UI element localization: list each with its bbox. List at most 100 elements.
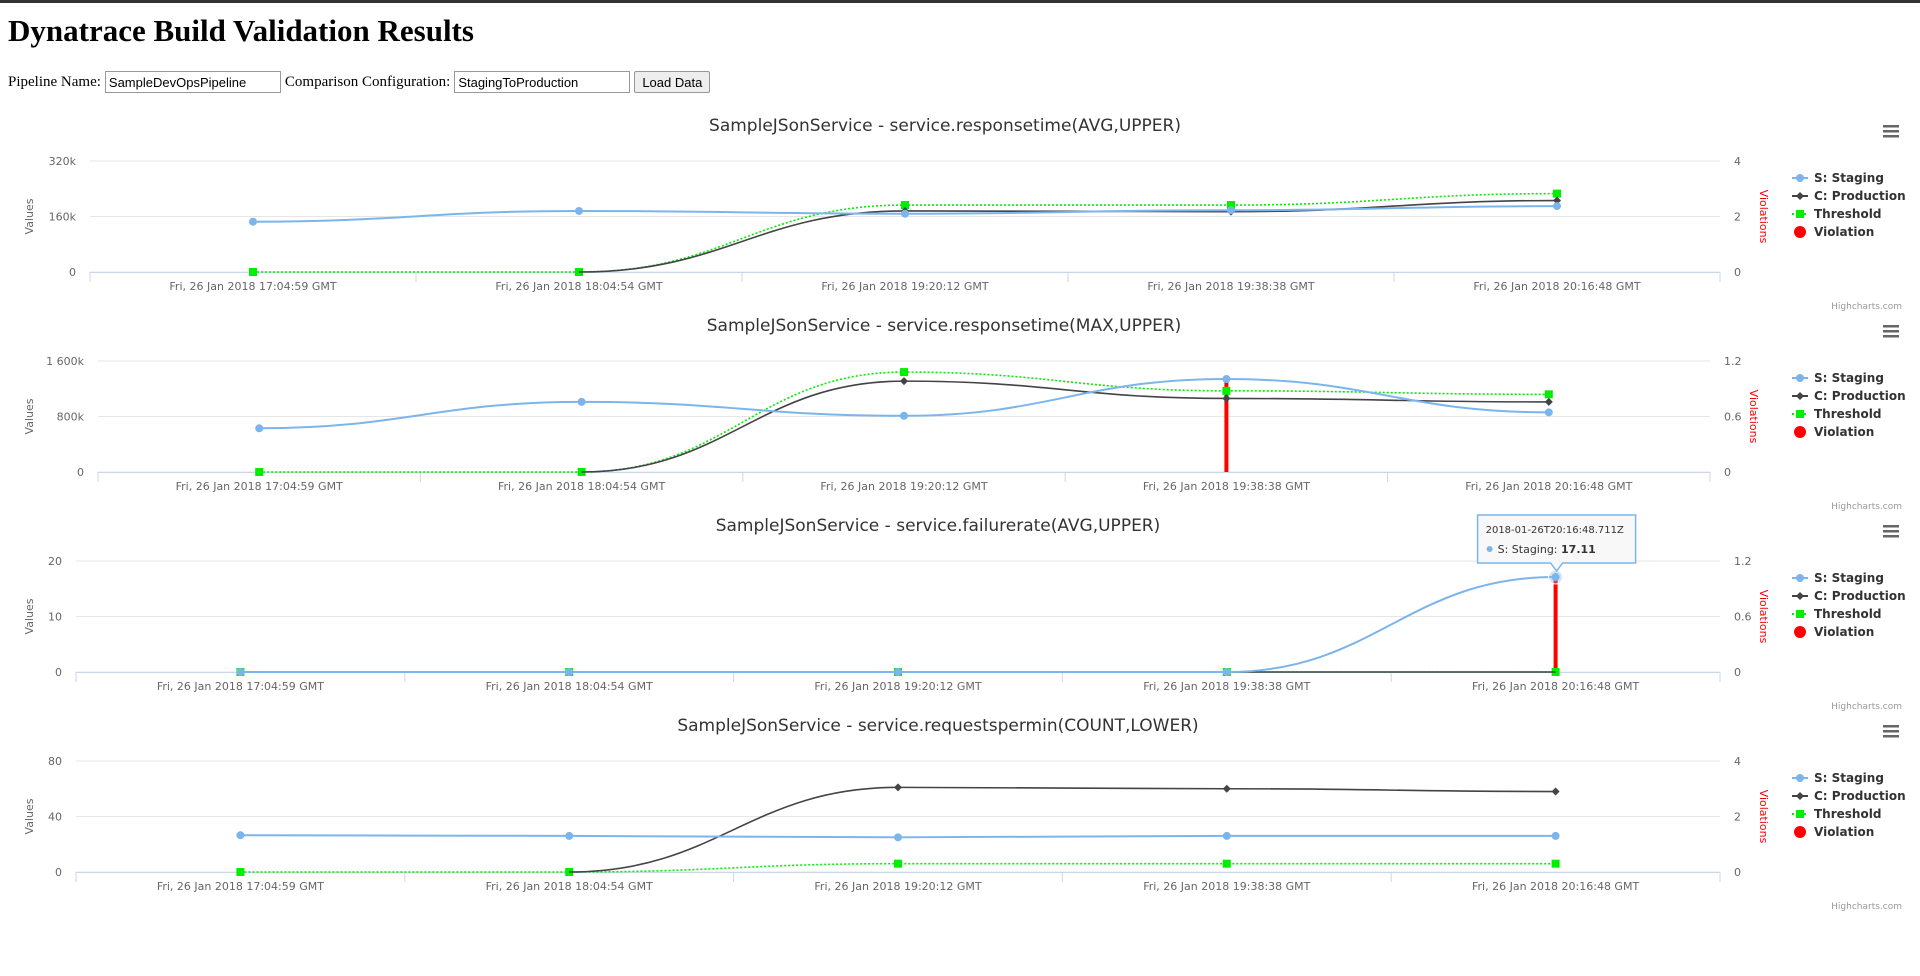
point-production[interactable] [1222, 394, 1231, 403]
point-threshold[interactable] [255, 468, 264, 476]
legend-symbol[interactable] [1796, 410, 1804, 418]
point-staging[interactable] [577, 397, 586, 406]
legend-symbol[interactable] [1794, 426, 1806, 438]
legend-item[interactable]: C: Production [1792, 589, 1906, 603]
series-line-production[interactable] [581, 380, 1549, 473]
point-staging[interactable] [901, 209, 909, 218]
point-threshold[interactable] [1222, 859, 1231, 868]
point-threshold[interactable] [1544, 390, 1553, 399]
legend-item[interactable]: S: Staging [1792, 771, 1884, 785]
credits-link[interactable]: Highcharts.com [1831, 302, 1902, 312]
point-staging[interactable] [575, 206, 583, 215]
y-tick-label: 80 [48, 755, 62, 768]
series-line-production[interactable] [569, 786, 1556, 873]
legend-item[interactable]: Violation [1794, 625, 1874, 639]
series-line-threshold[interactable] [259, 371, 1549, 473]
point-threshold[interactable] [236, 868, 245, 876]
y2-axis-label: Violations [1757, 190, 1770, 244]
y2-tick-label: 0 [1734, 266, 1741, 279]
point-staging[interactable] [565, 668, 574, 676]
legend-symbol[interactable] [1796, 610, 1804, 618]
x-tick-label: Fri, 26 Jan 2018 19:38:38 GMT [1143, 880, 1310, 893]
legend-symbol[interactable] [1794, 626, 1806, 638]
legend-symbol[interactable] [1796, 192, 1804, 200]
legend-item[interactable]: Violation [1794, 425, 1874, 439]
legend-symbol[interactable] [1796, 374, 1804, 382]
menu-icon[interactable] [1883, 325, 1899, 338]
load-data-button[interactable]: Load Data [634, 71, 711, 93]
legend-item[interactable]: S: Staging [1792, 571, 1884, 585]
point-threshold[interactable] [894, 859, 902, 868]
legend-item[interactable]: C: Production [1792, 389, 1906, 403]
point-staging[interactable] [249, 217, 257, 226]
legend-item[interactable]: Threshold [1792, 207, 1881, 221]
legend-symbol[interactable] [1796, 774, 1804, 782]
menu-icon[interactable] [1883, 525, 1899, 538]
point-staging[interactable] [236, 831, 245, 840]
point-staging[interactable] [894, 668, 902, 676]
point-threshold[interactable] [249, 268, 257, 276]
series-line-staging[interactable] [240, 576, 1556, 673]
legend: S: Staging C: Production Threshold Violatio… [1792, 171, 1906, 239]
point-staging[interactable] [236, 668, 245, 676]
y-tick-label: 20 [48, 555, 62, 568]
point-staging[interactable] [1551, 831, 1560, 840]
legend-symbol[interactable] [1794, 226, 1806, 238]
y2-tick-label: 0 [1734, 866, 1741, 879]
point-production[interactable] [1222, 784, 1231, 793]
violation-bar[interactable] [1553, 579, 1558, 673]
credits-link[interactable]: Highcharts.com [1831, 502, 1902, 512]
x-tick-label: Fri, 26 Jan 2018 17:04:59 GMT [176, 480, 343, 493]
point-staging[interactable] [255, 424, 264, 433]
point-production[interactable] [894, 783, 902, 792]
point-staging[interactable] [1222, 668, 1231, 676]
legend-symbol[interactable] [1796, 574, 1804, 582]
point-staging[interactable] [1544, 408, 1553, 417]
point-threshold[interactable] [900, 368, 908, 377]
chart-requestspermin-count: SampleJSonService - service.requestsperm… [0, 713, 1920, 913]
y2-tick-label: 4 [1734, 755, 1741, 768]
pipeline-input[interactable] [104, 71, 281, 93]
legend-item[interactable]: C: Production [1792, 189, 1906, 203]
legend-item[interactable]: S: Staging [1792, 371, 1884, 385]
legend-symbol[interactable] [1796, 174, 1804, 182]
legend-item[interactable]: Threshold [1792, 607, 1881, 621]
menu-icon[interactable] [1883, 125, 1899, 138]
legend-symbol[interactable] [1796, 792, 1804, 800]
point-staging[interactable] [565, 831, 574, 840]
y-axis-label: Values [23, 798, 36, 834]
point-production[interactable] [1551, 787, 1560, 796]
legend: S: Staging C: Production Threshold Violatio… [1792, 771, 1906, 839]
legend-item[interactable]: C: Production [1792, 789, 1906, 803]
point-threshold[interactable] [1553, 189, 1561, 198]
legend-symbol[interactable] [1796, 592, 1804, 600]
x-tick-label: Fri, 26 Jan 2018 20:16:48 GMT [1472, 680, 1639, 693]
legend-item[interactable]: Threshold [1792, 407, 1881, 421]
point-production[interactable] [900, 377, 908, 386]
point-staging[interactable] [1553, 202, 1561, 211]
hover-point[interactable] [1548, 569, 1564, 585]
legend-item[interactable]: Violation [1794, 825, 1874, 839]
legend-symbol[interactable] [1794, 826, 1806, 838]
point-threshold[interactable] [1222, 386, 1231, 395]
legend-symbol[interactable] [1796, 210, 1804, 218]
point-production[interactable] [1544, 397, 1553, 406]
point-staging[interactable] [1222, 375, 1231, 384]
legend-item[interactable]: Violation [1794, 225, 1874, 239]
y-axis-label: Values [23, 398, 36, 434]
legend-symbol[interactable] [1796, 392, 1804, 400]
point-threshold[interactable] [1551, 859, 1560, 868]
point-staging[interactable] [900, 411, 908, 420]
comparison-input[interactable] [454, 71, 631, 93]
legend-item[interactable]: Threshold [1792, 807, 1881, 821]
point-staging[interactable] [1222, 831, 1231, 840]
menu-icon[interactable] [1883, 725, 1899, 738]
legend-item[interactable]: S: Staging [1792, 171, 1884, 185]
credits-link[interactable]: Highcharts.com [1831, 702, 1902, 712]
legend-symbol[interactable] [1796, 810, 1804, 818]
point-staging[interactable] [894, 833, 902, 842]
legend-label: C: Production [1814, 389, 1906, 403]
point-staging[interactable] [1227, 206, 1235, 215]
credits-link[interactable]: Highcharts.com [1831, 902, 1902, 912]
series-line-staging[interactable] [259, 378, 1549, 430]
